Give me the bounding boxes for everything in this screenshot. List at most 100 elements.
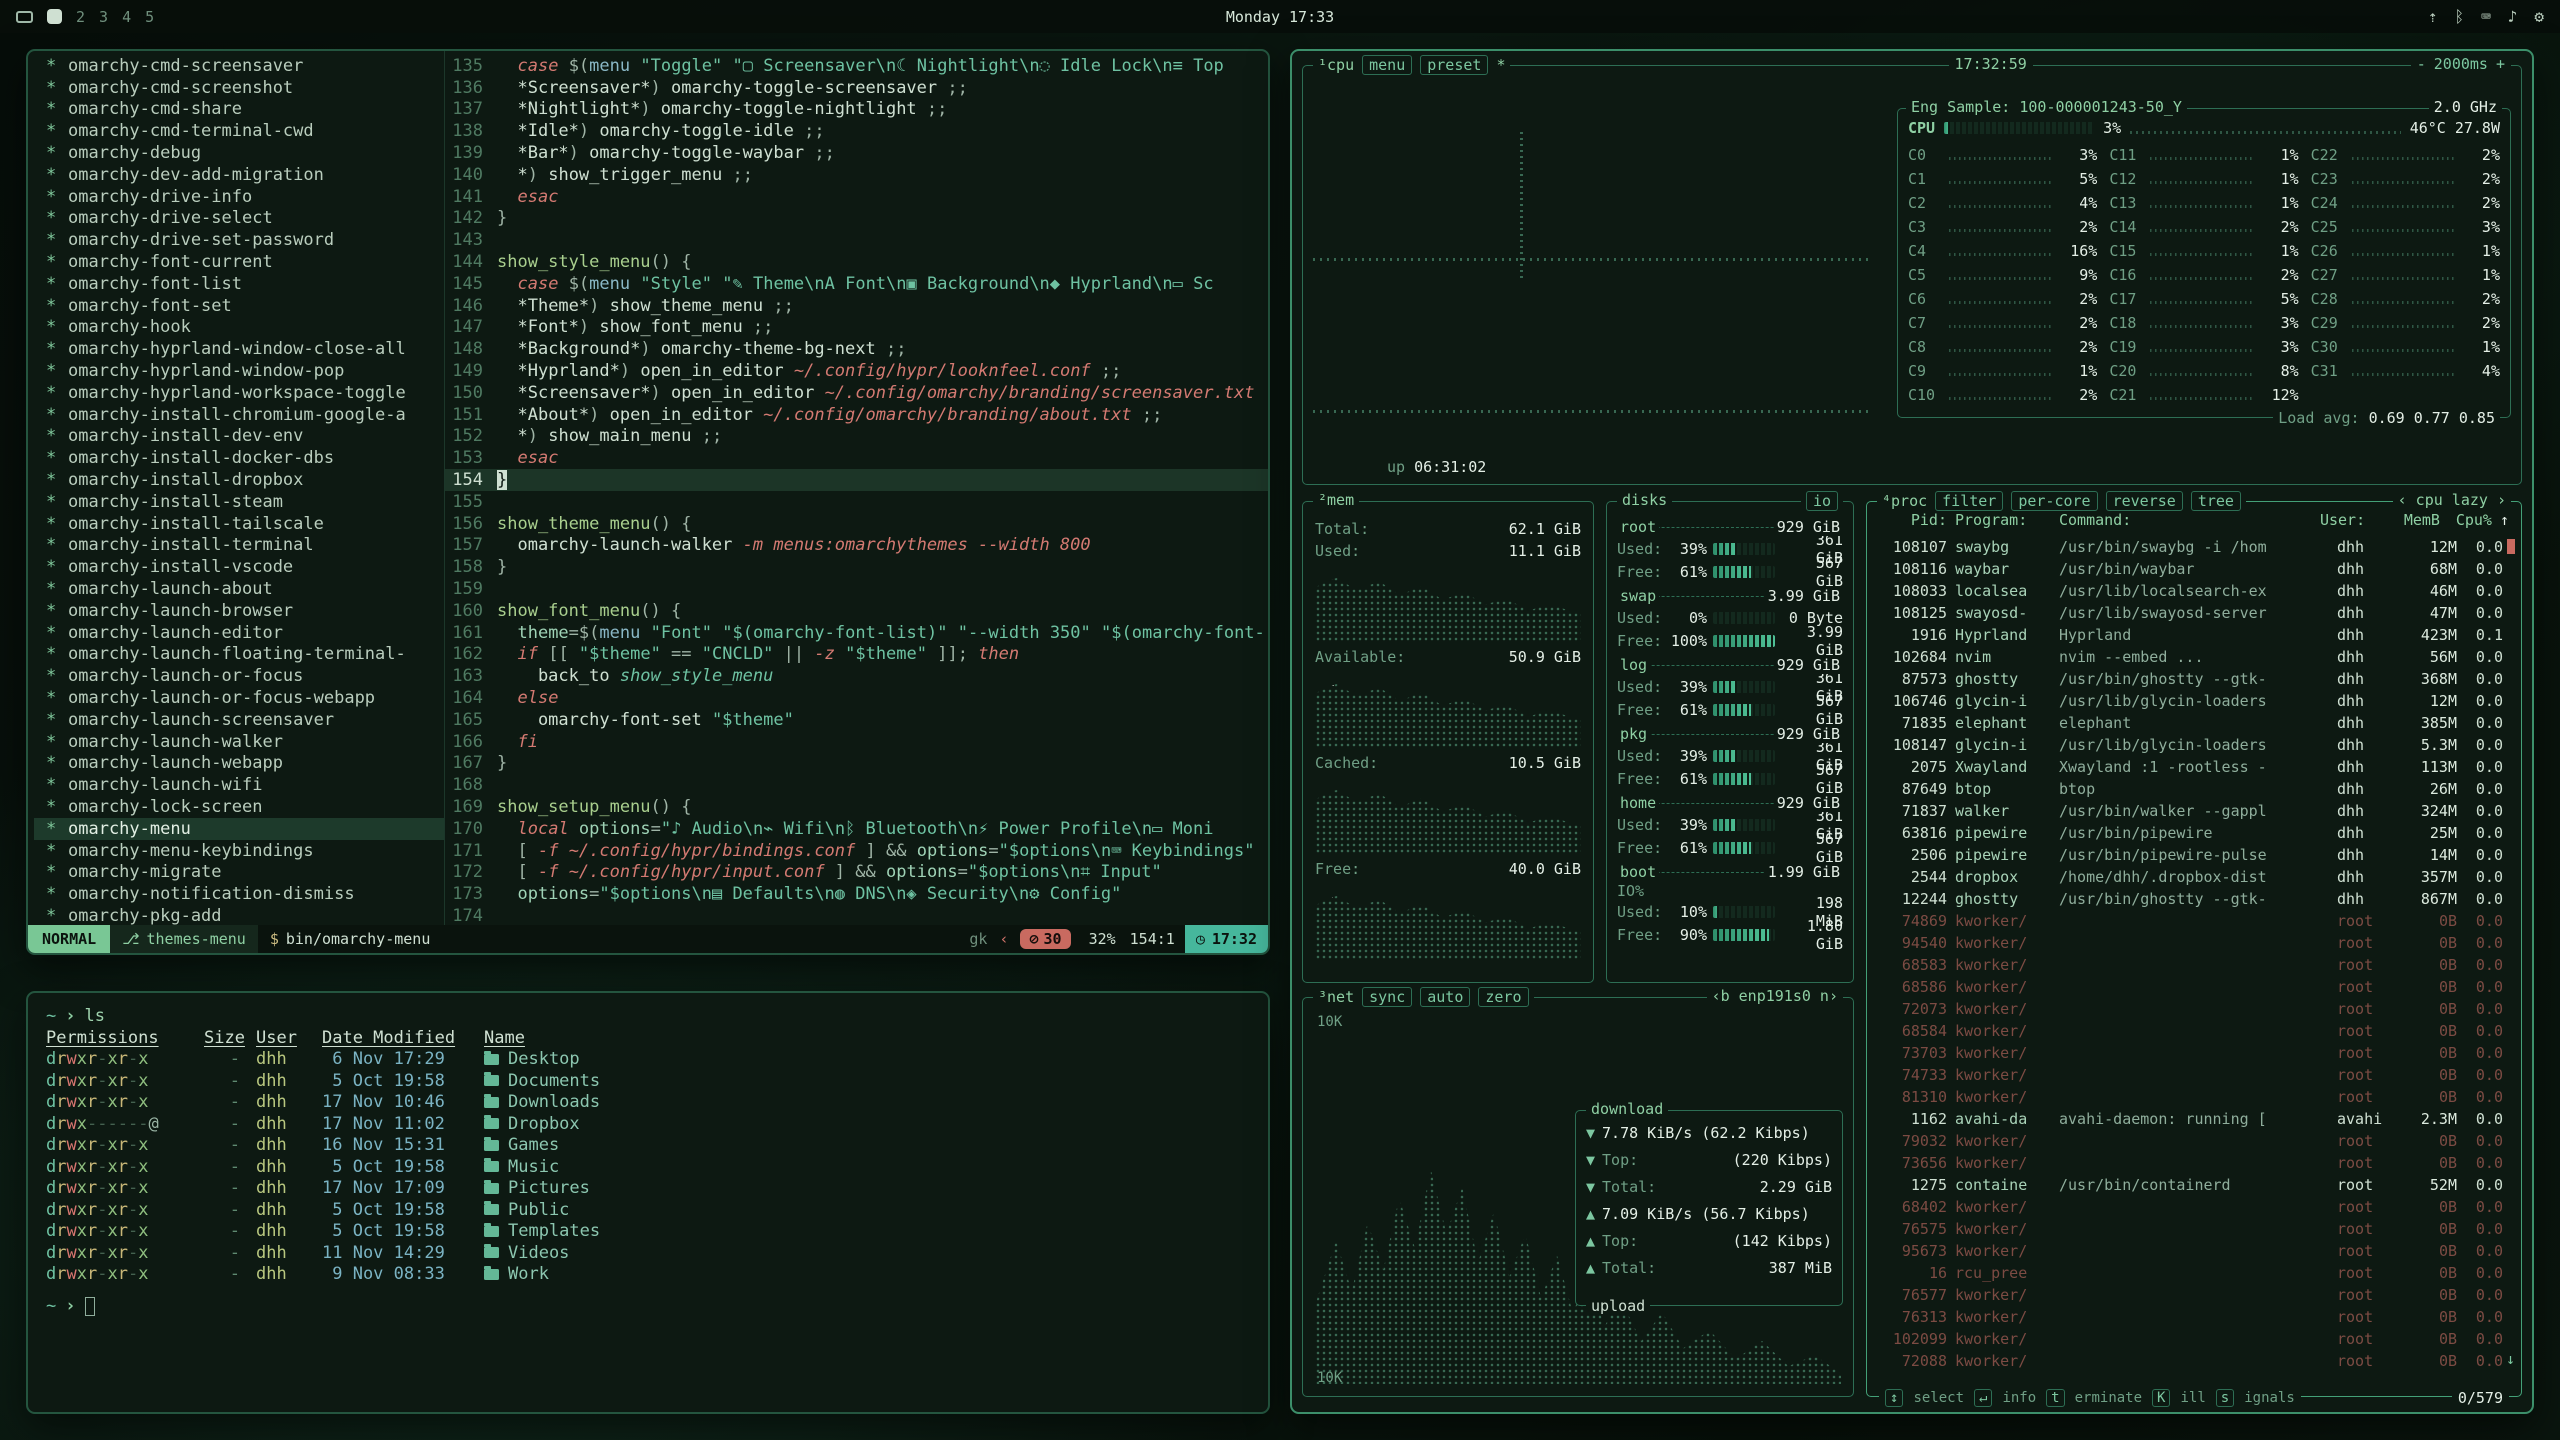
process-row[interactable]: 72073kworker/root0B0.0 — [1873, 998, 2515, 1020]
file-item[interactable]: *omarchy-pkg-add — [34, 905, 444, 925]
process-row[interactable]: 87649btopbtopdhh26M0.0 — [1873, 778, 2515, 800]
process-row[interactable]: 108125swayosd-/usr/lib/swayosd-serverdhh… — [1873, 602, 2515, 624]
file-item[interactable]: *omarchy-install-tailscale — [34, 513, 444, 535]
code-line[interactable]: 152 *) show_main_menu ;; — [445, 426, 1268, 448]
process-row[interactable]: 71837walker/usr/bin/walker --gappldhh324… — [1873, 800, 2515, 822]
file-item[interactable]: *omarchy-launch-screensaver — [34, 709, 444, 731]
workspace-4[interactable]: 4 — [122, 8, 131, 26]
file-item[interactable]: *omarchy-cmd-screenshot — [34, 77, 444, 99]
file-item[interactable]: *omarchy-drive-set-password — [34, 229, 444, 251]
process-column-header[interactable]: Cpu% — [2448, 511, 2492, 529]
volume-icon[interactable]: ♪ — [2508, 7, 2518, 26]
code-line[interactable]: 165 omarchy-font-set "$theme" — [445, 709, 1268, 731]
process-row[interactable]: 108147glycin-i/usr/lib/glycin-loadersdhh… — [1873, 734, 2515, 756]
file-item[interactable]: *omarchy-launch-editor — [34, 622, 444, 644]
file-item[interactable]: *omarchy-launch-floating-terminal- — [34, 644, 444, 666]
process-row[interactable]: 1275containe/usr/bin/containerdroot52M0.… — [1873, 1174, 2515, 1196]
code-line[interactable]: 171 [ -f ~/.config/hypr/bindings.conf ] … — [445, 840, 1268, 862]
code-line[interactable]: 143 — [445, 229, 1268, 251]
process-row[interactable]: 16rcu_preeroot0B0.0 — [1873, 1262, 2515, 1284]
code-line[interactable]: 146 *Theme*) show_theme_menu ;; — [445, 295, 1268, 317]
process-row[interactable]: 108116waybar/usr/bin/waybardhh68M0.0 — [1873, 558, 2515, 580]
process-row[interactable]: 1162avahi-daavahi-daemon: running [avahi… — [1873, 1108, 2515, 1130]
file-item[interactable]: *omarchy-debug — [34, 142, 444, 164]
code-line[interactable]: 164 else — [445, 687, 1268, 709]
sort-selector[interactable]: ‹ cpu lazy › — [2393, 491, 2511, 509]
file-item[interactable]: *omarchy-install-steam — [34, 491, 444, 513]
process-row[interactable]: 76577kworker/root0B0.0 — [1873, 1284, 2515, 1306]
process-row[interactable]: 68402kworker/root0B0.0 — [1873, 1196, 2515, 1218]
file-item[interactable]: *omarchy-font-list — [34, 273, 444, 295]
process-row[interactable]: 95673kworker/root0B0.0 — [1873, 1240, 2515, 1262]
code-line[interactable]: 168 — [445, 774, 1268, 796]
file-item[interactable]: *omarchy-launch-walker — [34, 731, 444, 753]
process-row[interactable]: 12244ghostty/usr/bin/ghostty --gtk-dhh86… — [1873, 888, 2515, 910]
zero-button[interactable]: zero — [1478, 987, 1528, 1007]
footer-key[interactable]: ↕ — [1885, 1389, 1903, 1407]
code-line[interactable]: 139 *Bar*) omarchy-toggle-waybar ;; — [445, 142, 1268, 164]
process-row[interactable]: 2544dropbox/home/dhh/.dropbox-distdhh357… — [1873, 866, 2515, 888]
process-row[interactable]: 76313kworker/root0B0.0 — [1873, 1306, 2515, 1328]
file-item[interactable]: *omarchy-launch-webapp — [34, 753, 444, 775]
code-line[interactable]: 156show_theme_menu() { — [445, 513, 1268, 535]
file-item[interactable]: *omarchy-menu-keybindings — [34, 840, 444, 862]
settings-icon[interactable]: ⚙ — [2534, 7, 2544, 26]
footer-key[interactable]: s — [2216, 1389, 2234, 1407]
footer-key[interactable]: t — [2046, 1389, 2064, 1407]
file-item[interactable]: *omarchy-drive-info — [34, 186, 444, 208]
terminal-window[interactable]: ~ › ls PermissionsSizeUserDate ModifiedN… — [26, 991, 1270, 1414]
interval-plus-button[interactable]: + — [2496, 55, 2505, 73]
process-row[interactable]: 68586kworker/root0B0.0 — [1873, 976, 2515, 998]
file-item[interactable]: *omarchy-font-set — [34, 295, 444, 317]
bluetooth-icon[interactable]: ᛒ — [2454, 7, 2464, 26]
file-item[interactable]: *omarchy-font-current — [34, 251, 444, 273]
omarchy-logo-icon[interactable] — [16, 11, 33, 23]
process-column-header[interactable]: Command: — [2059, 511, 2312, 529]
process-row[interactable]: 106746glycin-i/usr/lib/glycin-loadersdhh… — [1873, 690, 2515, 712]
code-line[interactable]: 149 *Hyprland*) open_in_editor ~/.config… — [445, 360, 1268, 382]
code-line[interactable]: 163 back_to show_style_menu — [445, 665, 1268, 687]
terminal-prompt-line[interactable]: ~ › — [46, 1295, 1250, 1317]
code-line[interactable]: 135 case $(menu "Toggle" "▢ Screensaver\… — [445, 55, 1268, 77]
code-line[interactable]: 170 local options="♪ Audio\n⌁ Wifi\nᛒ Bl… — [445, 818, 1268, 840]
io-button[interactable]: io — [1806, 491, 1838, 511]
file-item[interactable]: *omarchy-notification-dismiss — [34, 883, 444, 905]
file-item[interactable]: *omarchy-install-dropbox — [34, 469, 444, 491]
keyboard-icon[interactable]: ⌨ — [2481, 7, 2491, 26]
file-item[interactable]: *omarchy-hyprland-window-close-all — [34, 338, 444, 360]
code-line[interactable]: 167} — [445, 753, 1268, 775]
code-line[interactable]: 154} — [445, 469, 1268, 491]
code-line[interactable]: 141 esac — [445, 186, 1268, 208]
code-line[interactable]: 142} — [445, 208, 1268, 230]
code-line[interactable]: 144show_style_menu() { — [445, 251, 1268, 273]
sync-button[interactable]: sync — [1362, 987, 1412, 1007]
process-column-header[interactable]: Pid: — [1879, 511, 1947, 529]
file-item[interactable]: *omarchy-launch-browser — [34, 600, 444, 622]
code-line[interactable]: 173 options="$options\n▤ Defaults\n◍ DNS… — [445, 883, 1268, 905]
process-row[interactable]: 81310kworker/root0B0.0 — [1873, 1086, 2515, 1108]
code-line[interactable]: 162 if [[ "$theme" == "CNCLD" || -z "$th… — [445, 644, 1268, 666]
process-table-header[interactable]: Pid:Program:Command:User:MemBCpu%↑ — [1873, 508, 2515, 532]
file-item[interactable]: *omarchy-launch-or-focus-webapp — [34, 687, 444, 709]
code-line[interactable]: 147 *Font*) show_font_menu ;; — [445, 317, 1268, 339]
process-row[interactable]: 79032kworker/root0B0.0 — [1873, 1130, 2515, 1152]
workspace-5[interactable]: 5 — [145, 8, 154, 26]
code-line[interactable]: 159 — [445, 578, 1268, 600]
network-interface[interactable]: ‹b enp191s0 n› — [1707, 987, 1843, 1005]
code-line[interactable]: 151 *About*) open_in_editor ~/.config/om… — [445, 404, 1268, 426]
code-line[interactable]: 140 *) show_trigger_menu ;; — [445, 164, 1268, 186]
auto-button[interactable]: auto — [1420, 987, 1470, 1007]
code-line[interactable]: 148 *Background*) omarchy-theme-bg-next … — [445, 338, 1268, 360]
workspace-active-indicator[interactable] — [47, 9, 62, 24]
file-item[interactable]: *omarchy-launch-wifi — [34, 774, 444, 796]
file-item[interactable]: *omarchy-launch-about — [34, 578, 444, 600]
process-row[interactable]: 73703kworker/root0B0.0 — [1873, 1042, 2515, 1064]
file-item[interactable]: *omarchy-install-vscode — [34, 556, 444, 578]
process-column-header[interactable]: MemB — [2386, 511, 2440, 529]
process-column-header[interactable]: Program: — [1955, 511, 2051, 529]
footer-key[interactable]: K — [2152, 1389, 2170, 1407]
workspace-3[interactable]: 3 — [99, 8, 108, 26]
file-item[interactable]: *omarchy-cmd-share — [34, 99, 444, 121]
code-editor[interactable]: 135 case $(menu "Toggle" "▢ Screensaver\… — [444, 51, 1268, 925]
code-line[interactable]: 153 esac — [445, 447, 1268, 469]
